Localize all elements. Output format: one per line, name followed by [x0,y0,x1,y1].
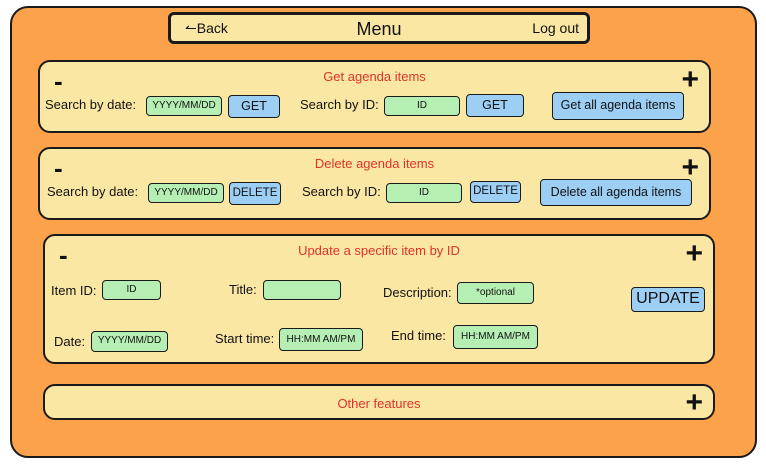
update-button[interactable]: UPDATE [631,287,705,312]
id-input[interactable]: ID [384,96,460,116]
id-input[interactable]: ID [386,183,462,203]
item-id-label: Item ID: [51,283,97,298]
end-time-label: End time: [391,328,446,343]
expand-plus-icon[interactable]: + [685,239,703,269]
date-input[interactable]: YYYY/MM/DD [146,96,222,116]
get-agenda-panel: - Get agenda items + Search by date: YYY… [38,60,711,133]
start-time-input[interactable]: HH:MM AM/PM [279,328,363,351]
date-input[interactable]: YYYY/MM/DD [91,331,168,352]
get-by-date-button[interactable]: GET [228,95,280,118]
logout-button[interactable]: Log out [532,20,579,36]
panel-title: Delete agenda items [314,156,435,171]
search-by-date-label: Search by date: [47,184,139,199]
description-label: Description: [383,285,452,300]
expand-plus-icon[interactable]: + [685,388,703,418]
search-by-date-label: Search by date: [45,97,137,112]
delete-by-id-button[interactable]: DELETE [470,181,521,203]
date-label: Date: [54,334,86,349]
title-label: Title: [229,282,257,297]
delete-agenda-panel: - Delete agenda items + Search by date: … [38,147,711,220]
end-time-input[interactable]: HH:MM AM/PM [453,325,538,349]
delete-all-button[interactable]: Delete all agenda items [540,179,692,206]
menu-title: Menu [356,19,402,39]
item-id-input[interactable]: ID [102,280,161,300]
title-input[interactable] [263,280,341,300]
start-time-label: Start time: [215,331,275,346]
other-features-panel: Other features + [43,384,715,420]
update-item-panel: - Update a specific item by ID + Item ID… [43,234,715,364]
delete-by-date-button[interactable]: DELETE [229,182,281,205]
get-by-id-button[interactable]: GET [466,94,524,117]
get-all-button[interactable]: Get all agenda items [552,92,684,120]
search-by-id-label: Search by ID: [300,97,379,112]
panel-title: Update a specific item by ID [298,243,460,258]
expand-plus-icon[interactable]: + [681,65,699,95]
date-input[interactable]: YYYY/MM/DD [148,183,224,203]
panel-title: Other features [337,396,421,411]
top-bar: ↼Back Menu Log out [168,12,590,44]
description-input[interactable]: *optional [457,282,534,304]
search-by-id-label: Search by ID: [302,184,381,199]
panel-title: Get agenda items [323,69,426,84]
